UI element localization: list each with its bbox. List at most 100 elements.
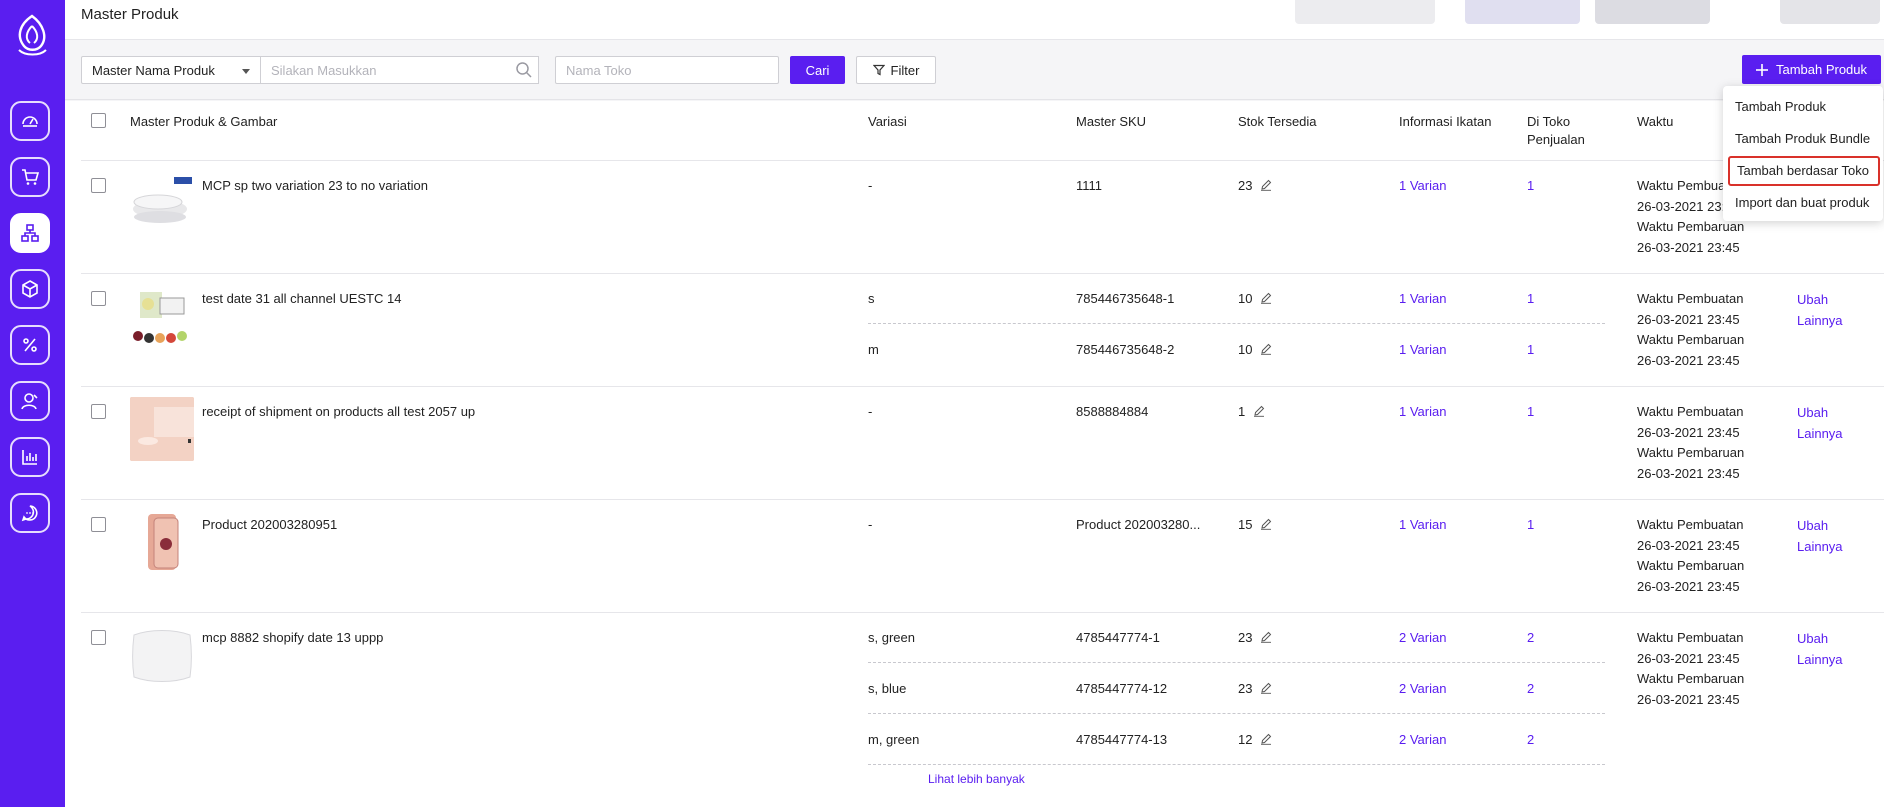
- menu-item-import-create[interactable]: Import dan buat produk: [1723, 188, 1883, 218]
- filter-button[interactable]: Filter: [856, 56, 936, 84]
- edit-pencil-icon[interactable]: [1260, 518, 1272, 530]
- nav-chat[interactable]: [10, 493, 50, 533]
- add-product-button[interactable]: Tambah Produk: [1742, 55, 1881, 84]
- edit-pencil-icon[interactable]: [1253, 405, 1265, 417]
- row-checkbox[interactable]: [91, 178, 106, 193]
- edit-link[interactable]: Ubah: [1797, 403, 1843, 424]
- edit-link[interactable]: Ubah: [1797, 629, 1843, 650]
- store-count-link[interactable]: 1: [1527, 403, 1534, 421]
- variation-cell: s: [868, 291, 875, 306]
- store-count-link[interactable]: 2: [1527, 680, 1534, 698]
- stock-cell: 12: [1238, 731, 1272, 749]
- product-image: [133, 292, 187, 343]
- filter-icon: [872, 64, 885, 76]
- menu-item-add-by-store[interactable]: Tambah berdasar Toko: [1728, 156, 1880, 186]
- search-icon[interactable]: [515, 61, 533, 79]
- search-input[interactable]: [260, 56, 539, 84]
- product-name[interactable]: test date 31 all channel UESTC 14: [202, 290, 401, 308]
- row-checkbox[interactable]: [91, 404, 106, 419]
- product-thumbnail[interactable]: [130, 284, 194, 348]
- nav-promotions[interactable]: [10, 325, 50, 365]
- more-link[interactable]: Lainnya: [1797, 650, 1843, 671]
- edit-pencil-icon[interactable]: [1260, 631, 1272, 643]
- product-name[interactable]: MCP sp two variation 23 to no variation: [202, 177, 428, 195]
- binding-link[interactable]: 1 Varian: [1399, 341, 1446, 359]
- store-count-link[interactable]: 2: [1527, 731, 1534, 749]
- updated-time: 26-03-2021 23:45: [1637, 465, 1740, 481]
- created-time: 26-03-2021 23:45: [1637, 650, 1740, 666]
- binding-link[interactable]: 1 Varian: [1399, 177, 1446, 195]
- updated-label: Waktu Pembaruan: [1637, 445, 1745, 460]
- store-count-link[interactable]: 1: [1527, 290, 1534, 308]
- binding-link[interactable]: 2 Varian: [1399, 629, 1446, 647]
- nav-dashboard[interactable]: [10, 101, 50, 141]
- store-count-link[interactable]: 1: [1527, 177, 1534, 195]
- more-link[interactable]: Lainnya: [1797, 537, 1843, 558]
- see-more-link[interactable]: Lihat lebih banyak: [928, 772, 1025, 786]
- search-bar: Master Nama Produk Cari Filter Tambah Pr…: [65, 40, 1884, 100]
- edit-link[interactable]: Ubah: [1797, 516, 1843, 537]
- app-logo-icon[interactable]: [10, 12, 55, 62]
- menu-item-add-bundle[interactable]: Tambah Produk Bundle: [1723, 124, 1883, 154]
- edit-pencil-icon[interactable]: [1260, 682, 1272, 694]
- variation-cell: m, green: [868, 732, 920, 747]
- edit-pencil-icon[interactable]: [1260, 179, 1272, 191]
- cart-icon: [22, 169, 40, 185]
- column-header-sku: Master SKU: [1076, 114, 1147, 129]
- binding-link[interactable]: 1 Varian: [1399, 403, 1446, 421]
- nav-orders[interactable]: [10, 157, 50, 197]
- created-label: Waktu Pembuatan: [1637, 517, 1744, 532]
- variation-cell: -: [868, 517, 873, 532]
- binding-link[interactable]: 2 Varian: [1399, 680, 1446, 698]
- product-name[interactable]: receipt of shipment on products all test…: [202, 403, 475, 421]
- select-all-checkbox[interactable]: [91, 113, 106, 128]
- row-checkbox[interactable]: [91, 630, 106, 645]
- page-title: Master Produk: [81, 6, 179, 23]
- product-name[interactable]: mcp 8882 shopify date 13 uppp: [202, 629, 383, 647]
- binding-link[interactable]: 1 Varian: [1399, 290, 1446, 308]
- updated-time: 26-03-2021 23:45: [1637, 352, 1740, 368]
- nav-inventory[interactable]: [10, 269, 50, 309]
- nav-reports[interactable]: [10, 437, 50, 477]
- store-count-link[interactable]: 1: [1527, 516, 1534, 534]
- product-table: Master Produk & Gambar Variasi Master SK…: [65, 101, 1884, 807]
- edit-link[interactable]: Ubah: [1797, 290, 1843, 311]
- row-checkbox[interactable]: [91, 291, 106, 306]
- nav-customers[interactable]: [10, 381, 50, 421]
- edit-pencil-icon[interactable]: [1260, 343, 1272, 355]
- search-button[interactable]: Cari: [790, 56, 845, 84]
- store-name-input[interactable]: [555, 56, 779, 84]
- sku-cell: 1111: [1076, 178, 1103, 193]
- stock-cell: 15: [1238, 516, 1272, 534]
- updated-time: 26-03-2021 23:45: [1637, 239, 1740, 255]
- created-time: 26-03-2021 23:45: [1637, 537, 1740, 553]
- product-name[interactable]: Product 202003280951: [202, 516, 337, 534]
- more-link[interactable]: Lainnya: [1797, 311, 1843, 332]
- nav-products[interactable]: [10, 213, 50, 253]
- search-field-select[interactable]: Master Nama Produk: [81, 56, 261, 84]
- more-link[interactable]: Lainnya: [1797, 424, 1843, 445]
- created-label: Waktu Pembuatan: [1637, 404, 1744, 419]
- product-thumbnail[interactable]: [130, 623, 194, 687]
- sidebar: [0, 0, 65, 807]
- variation-cell: -: [868, 178, 873, 193]
- blurred-header-item: [1295, 0, 1435, 24]
- row-divider: [81, 160, 1884, 161]
- product-thumbnail[interactable]: [130, 171, 194, 235]
- time-cell: Waktu Pembuatan 26-03-2021 23:45 Waktu P…: [1637, 289, 1744, 371]
- store-count-link[interactable]: 1: [1527, 341, 1534, 359]
- product-thumbnail[interactable]: [130, 510, 194, 574]
- package-icon: [22, 280, 38, 298]
- created-time: 26-03-2021 23:45: [1637, 311, 1740, 327]
- row-checkbox[interactable]: [91, 517, 106, 532]
- binding-link[interactable]: 2 Varian: [1399, 731, 1446, 749]
- store-count-link[interactable]: 2: [1527, 629, 1534, 647]
- binding-link[interactable]: 1 Varian: [1399, 516, 1446, 534]
- edit-pencil-icon[interactable]: [1260, 292, 1272, 304]
- menu-item-add-product[interactable]: Tambah Produk: [1723, 92, 1883, 122]
- column-header-product: Master Produk & Gambar: [130, 114, 278, 129]
- column-header-variation: Variasi: [868, 114, 907, 129]
- product-image: [130, 397, 194, 461]
- edit-pencil-icon[interactable]: [1260, 733, 1272, 745]
- product-thumbnail[interactable]: [130, 397, 194, 461]
